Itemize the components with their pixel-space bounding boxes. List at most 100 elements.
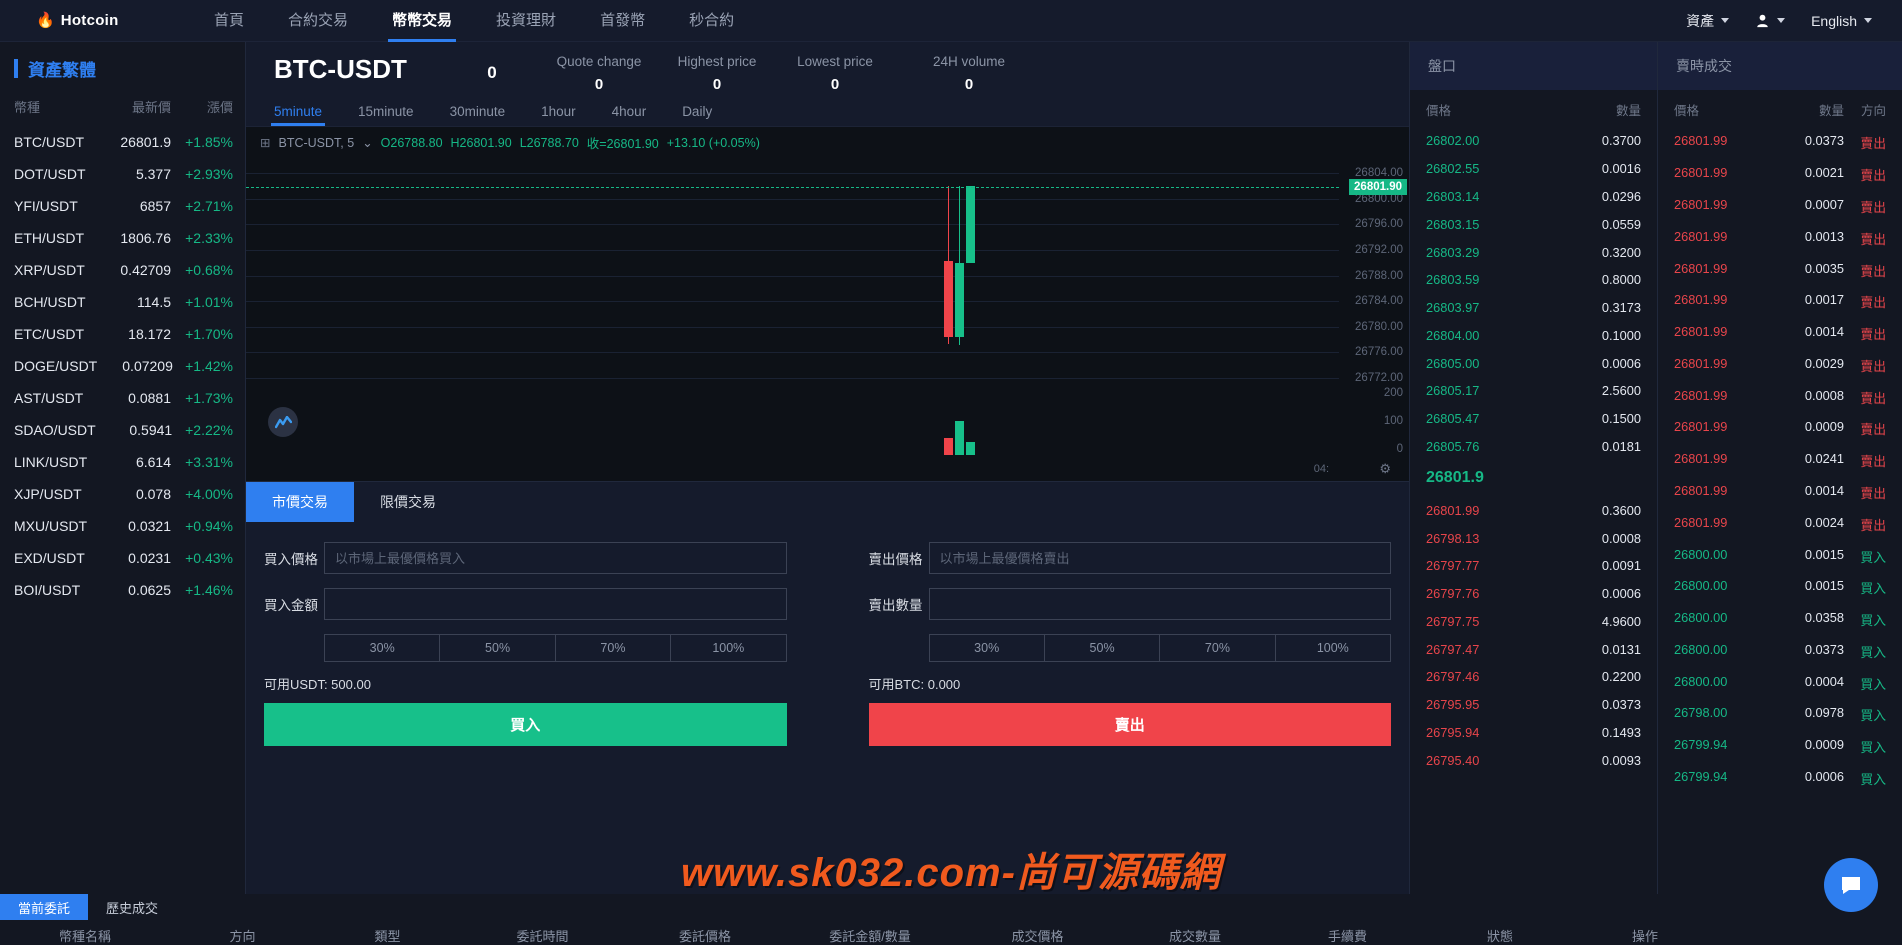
- orderbook-ask-row[interactable]: 26803.970.3173: [1410, 294, 1657, 322]
- orderbook-bid-row[interactable]: 26801.990.3600: [1410, 496, 1657, 524]
- coin-row[interactable]: BOI/USDT0.0625+1.46%: [0, 574, 245, 606]
- brand-logo[interactable]: 🔥 Hotcoin: [36, 12, 156, 29]
- buy-price-input[interactable]: [324, 542, 787, 574]
- buy-percent-100[interactable]: 100%: [671, 635, 785, 661]
- chart-symbol-label[interactable]: BTC-USDT, 5: [278, 136, 354, 150]
- assets-menu[interactable]: 資產: [1686, 11, 1729, 31]
- timeframe-5minute[interactable]: 5minute: [274, 100, 322, 126]
- language-menu[interactable]: English: [1811, 13, 1872, 29]
- orderbook-bid-row[interactable]: 26795.400.0093: [1410, 746, 1657, 774]
- orderbook-bid-row[interactable]: 26797.770.0091: [1410, 552, 1657, 580]
- coin-row[interactable]: EXD/USDT0.0231+0.43%: [0, 542, 245, 574]
- sell-percent-70[interactable]: 70%: [1160, 635, 1275, 661]
- trade-qty: 0.0358: [1776, 610, 1844, 629]
- tab-order-history[interactable]: 歷史成交: [88, 894, 176, 920]
- timeframe-daily[interactable]: Daily: [682, 100, 712, 126]
- orderbook-bid-row[interactable]: 26795.940.1493: [1410, 719, 1657, 747]
- support-chat-button[interactable]: [1824, 858, 1878, 912]
- ask-qty: 0.3173: [1563, 300, 1641, 315]
- timeframe-4hour[interactable]: 4hour: [612, 100, 647, 126]
- coin-price: 5.377: [93, 166, 171, 182]
- sell-button[interactable]: 賣出: [869, 703, 1392, 746]
- orderbook-ask-row[interactable]: 26804.000.1000: [1410, 321, 1657, 349]
- buy-percent-50[interactable]: 50%: [440, 635, 555, 661]
- chevron-down-icon[interactable]: ⌄: [362, 135, 372, 150]
- trade-direction: 賣出: [1844, 388, 1886, 407]
- orderbook-ask-row[interactable]: 26805.172.5600: [1410, 377, 1657, 405]
- orderbook-bid-row[interactable]: 26797.470.0131: [1410, 635, 1657, 663]
- sell-available-balance: 可用BTC: 0.000: [869, 674, 1392, 693]
- sell-percent-50[interactable]: 50%: [1045, 635, 1160, 661]
- buy-percent-70[interactable]: 70%: [556, 635, 671, 661]
- trade-direction: 買入: [1844, 578, 1886, 597]
- timeframe-30minute[interactable]: 30minute: [450, 100, 506, 126]
- nav-item-spot[interactable]: 幣幣交易: [370, 0, 474, 42]
- timeframe-15minute[interactable]: 15minute: [358, 100, 414, 126]
- ticker-last-price: 0: [444, 54, 540, 83]
- sell-percent-30[interactable]: 30%: [930, 635, 1045, 661]
- bid-qty: 0.0131: [1563, 642, 1641, 657]
- tab-limit-order[interactable]: 限價交易: [354, 482, 462, 522]
- coin-row[interactable]: ETC/USDT18.172+1.70%: [0, 318, 245, 350]
- sell-percent-100[interactable]: 100%: [1276, 635, 1390, 661]
- user-menu[interactable]: [1755, 13, 1785, 28]
- nav-item-launchpad[interactable]: 首發幣: [578, 0, 667, 42]
- tab-current-orders[interactable]: 當前委託: [0, 894, 88, 920]
- coin-row[interactable]: DOT/USDT5.377+2.93%: [0, 158, 245, 190]
- coin-row[interactable]: BCH/USDT114.5+1.01%: [0, 286, 245, 318]
- coin-row[interactable]: AST/USDT0.0881+1.73%: [0, 382, 245, 414]
- coin-change: +1.46%: [171, 582, 233, 598]
- coin-row[interactable]: YFI/USDT6857+2.71%: [0, 190, 245, 222]
- coin-row[interactable]: XRP/USDT0.42709+0.68%: [0, 254, 245, 286]
- coin-price: 0.0881: [93, 390, 171, 406]
- ask-qty: 0.0559: [1563, 217, 1641, 232]
- orderbook-bid-row[interactable]: 26797.754.9600: [1410, 608, 1657, 636]
- orderbook-ask-row[interactable]: 26802.000.3700: [1410, 127, 1657, 155]
- orderbook-ask-row[interactable]: 26805.470.1500: [1410, 405, 1657, 433]
- buy-amount-input[interactable]: [324, 588, 787, 620]
- chart-expand-icon[interactable]: ⊞: [260, 135, 270, 150]
- realtime-trades-title: 賣時成交: [1658, 42, 1902, 90]
- ask-qty: 0.1500: [1563, 411, 1641, 426]
- coin-row[interactable]: ETH/USDT1806.76+2.33%: [0, 222, 245, 254]
- orderbook-bid-row[interactable]: 26797.460.2200: [1410, 663, 1657, 691]
- chart-indicator-button[interactable]: [268, 407, 298, 437]
- trade-price: 26801.99: [1674, 261, 1776, 280]
- orderbook-ask-row[interactable]: 26803.290.3200: [1410, 238, 1657, 266]
- coin-row[interactable]: BTC/USDT26801.9+1.85%: [0, 126, 245, 158]
- orderbook-bid-row[interactable]: 26795.950.0373: [1410, 691, 1657, 719]
- coin-row[interactable]: DOGE/USDT0.07209+1.42%: [0, 350, 245, 382]
- chart-line-icon: [275, 416, 292, 429]
- orderbook-ask-row[interactable]: 26805.760.0181: [1410, 433, 1657, 461]
- sell-price-input[interactable]: [929, 542, 1392, 574]
- coin-row[interactable]: XJP/USDT0.078+4.00%: [0, 478, 245, 510]
- coin-change: +0.94%: [171, 518, 233, 534]
- timeframe-1hour[interactable]: 1hour: [541, 100, 576, 126]
- gear-icon[interactable]: ⚙: [1379, 461, 1391, 477]
- buy-button[interactable]: 買入: [264, 703, 787, 746]
- orderbook-bid-row[interactable]: 26798.130.0008: [1410, 524, 1657, 552]
- coin-row[interactable]: LINK/USDT6.614+3.31%: [0, 446, 245, 478]
- orderbook-ask-row[interactable]: 26803.140.0296: [1410, 183, 1657, 211]
- nav-item-home[interactable]: 首頁: [192, 0, 266, 42]
- nav-item-contract[interactable]: 合約交易: [266, 0, 370, 42]
- coin-pair: DOGE/USDT: [14, 358, 97, 374]
- coin-row[interactable]: SDAO/USDT0.5941+2.22%: [0, 414, 245, 446]
- orderbook-ask-row[interactable]: 26803.150.0559: [1410, 210, 1657, 238]
- nav-item-seconds[interactable]: 秒合約: [667, 0, 756, 42]
- sidebar-title: 資產繁體: [0, 46, 245, 93]
- nav-item-finance[interactable]: 投資理財: [474, 0, 578, 42]
- sell-amount-input[interactable]: [929, 588, 1392, 620]
- title-accent-bar: [14, 59, 18, 78]
- coin-row[interactable]: MXU/USDT0.0321+0.94%: [0, 510, 245, 542]
- price-chart[interactable]: ⊞ BTC-USDT, 5 ⌄ O26788.80 H26801.90 L267…: [246, 126, 1409, 481]
- orderbook-title: 盤口: [1410, 42, 1657, 90]
- trade-qty: 0.0009: [1776, 737, 1844, 756]
- trade-price: 26801.99: [1674, 356, 1776, 375]
- tab-market-order[interactable]: 市價交易: [246, 482, 354, 522]
- buy-percent-30[interactable]: 30%: [325, 635, 440, 661]
- orderbook-ask-row[interactable]: 26805.000.0006: [1410, 349, 1657, 377]
- orderbook-ask-row[interactable]: 26802.550.0016: [1410, 155, 1657, 183]
- orderbook-bid-row[interactable]: 26797.760.0006: [1410, 580, 1657, 608]
- orderbook-ask-row[interactable]: 26803.590.8000: [1410, 266, 1657, 294]
